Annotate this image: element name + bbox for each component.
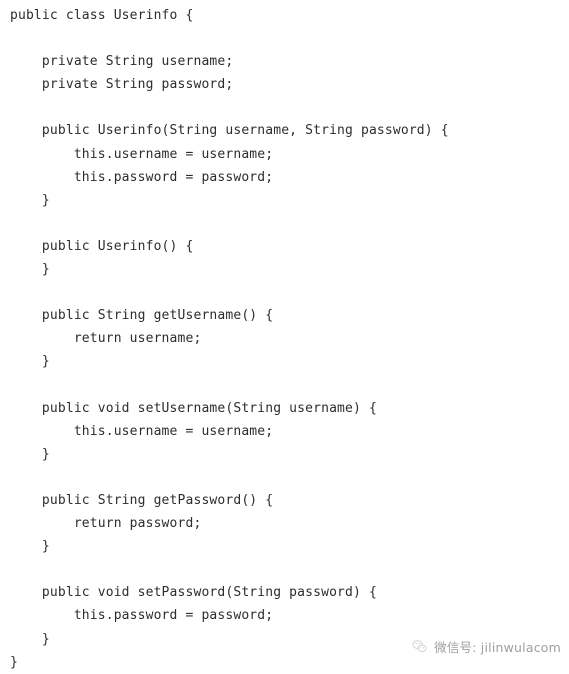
code-line: } [10,446,50,462]
code-line: this.password = password; [10,608,274,624]
code-line: this.username = username; [10,146,274,162]
code-line: private String username; [10,54,234,70]
code-line: this.password = password; [10,169,274,185]
code-line: } [10,192,50,208]
code-line: public Userinfo(String username, String … [10,123,449,139]
code-line: public Userinfo() { [10,238,194,254]
code-line: public void setPassword(String password)… [10,585,377,601]
code-line: public String getPassword() { [10,492,274,508]
wechat-logo-icon [412,640,427,653]
code-line: } [10,262,50,278]
code-line: public String getUsername() { [10,308,274,324]
code-line: return username; [10,331,202,347]
code-line: private String password; [10,77,234,93]
watermark: 微信号: jilinwulacom [411,637,561,656]
watermark-label: 微信号: jilinwulacom [434,640,561,655]
code-line: } [10,354,50,370]
code-line: return password; [10,516,202,532]
code-line: public class Userinfo { [10,8,194,23]
code-line: } [10,539,50,555]
code-line: public void setUsername(String username)… [10,400,377,416]
code-block: public class Userinfo { private String u… [0,0,569,674]
code-line: this.username = username; [10,423,274,439]
